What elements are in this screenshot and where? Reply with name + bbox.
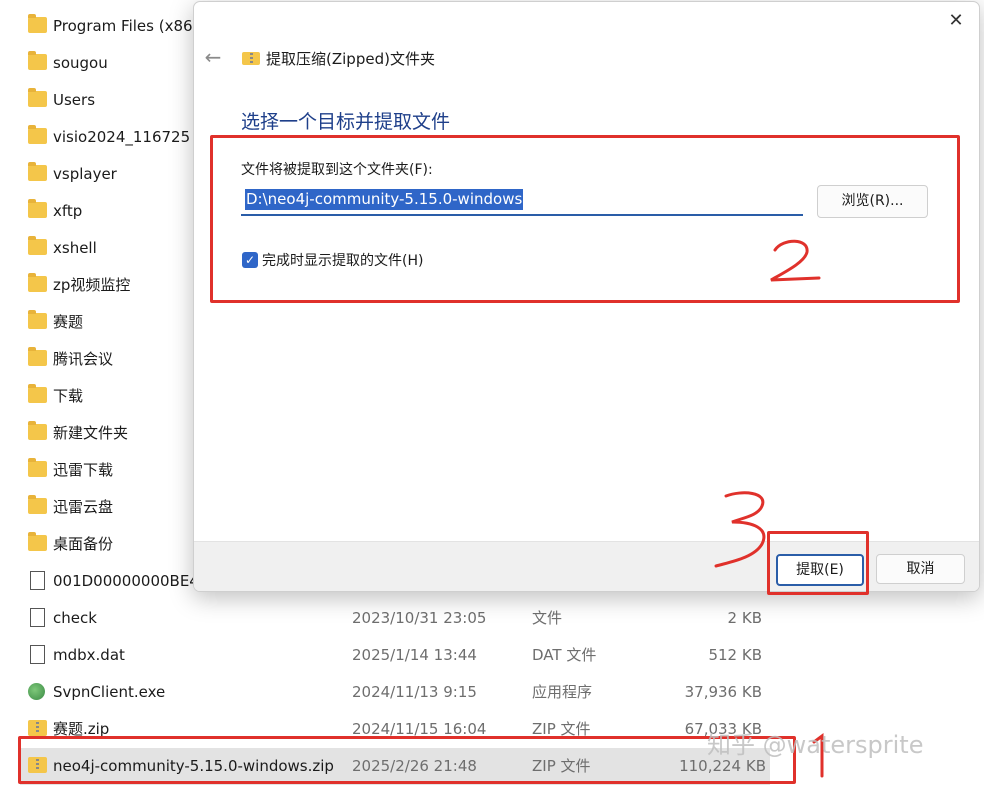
watermark: 知乎 @watersprite bbox=[707, 731, 924, 759]
folder-icon bbox=[28, 199, 47, 218]
file-name: xftp bbox=[53, 202, 83, 220]
folder-icon bbox=[28, 14, 47, 33]
file-name: 腾讯会议 bbox=[53, 350, 114, 368]
annotation-box-3 bbox=[767, 531, 869, 595]
file-name: visio2024_116725 bbox=[53, 128, 191, 146]
folder-icon bbox=[28, 236, 47, 255]
file-name: 迅雷下载 bbox=[53, 461, 114, 479]
file-name: sougou bbox=[53, 54, 108, 72]
back-arrow-icon[interactable]: ← bbox=[205, 45, 222, 69]
folder-icon bbox=[28, 125, 47, 144]
annotation-number-3 bbox=[714, 491, 766, 568]
file-name: 赛题 bbox=[53, 313, 84, 331]
file-icon bbox=[30, 645, 45, 664]
file-name: Users bbox=[53, 91, 96, 109]
annotation-box-2 bbox=[210, 135, 960, 303]
file-name: check bbox=[53, 609, 97, 627]
file-type: 文件 bbox=[532, 609, 563, 627]
dialog-heading: 选择一个目标并提取文件 bbox=[241, 111, 451, 133]
file-row[interactable]: SvpnClient.exe 2024/11/13 9:15 应用程序 37,936 … bbox=[0, 674, 780, 711]
dialog-title: 提取压缩(Zipped)文件夹 bbox=[266, 50, 435, 68]
file-name: mdbx.dat bbox=[53, 646, 125, 664]
file-date: 2024/11/13 9:15 bbox=[352, 683, 477, 701]
close-button[interactable]: ✕ bbox=[941, 8, 971, 36]
file-row[interactable]: mdbx.dat 2025/1/14 13:44 DAT 文件 512 KB bbox=[0, 637, 780, 674]
file-type: DAT 文件 bbox=[532, 646, 597, 664]
folder-icon bbox=[28, 384, 47, 403]
file-size: 512 KB bbox=[708, 646, 762, 664]
folder-icon bbox=[28, 458, 47, 477]
folder-icon bbox=[28, 88, 47, 107]
file-name: 迅雷云盘 bbox=[53, 498, 114, 516]
annotation-box-1 bbox=[18, 736, 796, 784]
file-name: 新建文件夹 bbox=[53, 424, 129, 442]
file-icon bbox=[30, 571, 45, 590]
cancel-button[interactable]: 取消 bbox=[876, 554, 965, 584]
folder-icon bbox=[28, 421, 47, 440]
folder-icon bbox=[28, 532, 47, 551]
file-icon bbox=[30, 608, 45, 627]
zip-folder-icon bbox=[28, 720, 47, 736]
file-name: 001D00000000BE4D bbox=[53, 572, 211, 590]
folder-icon bbox=[28, 495, 47, 514]
file-type: 应用程序 bbox=[532, 683, 593, 701]
file-size: 37,936 KB bbox=[684, 683, 762, 701]
file-row[interactable]: check 2023/10/31 23:05 文件 2 KB bbox=[0, 600, 780, 637]
file-name: zp视频监控 bbox=[53, 276, 131, 294]
file-name: 下载 bbox=[53, 387, 84, 405]
folder-icon bbox=[28, 347, 47, 366]
back-button[interactable]: ← bbox=[202, 46, 224, 68]
file-size: 2 KB bbox=[727, 609, 762, 627]
close-icon[interactable]: ✕ bbox=[948, 10, 963, 31]
file-name: vsplayer bbox=[53, 165, 117, 183]
file-name: 桌面备份 bbox=[53, 535, 114, 553]
file-name: xshell bbox=[53, 239, 97, 257]
folder-icon bbox=[28, 51, 47, 70]
folder-icon bbox=[28, 162, 47, 181]
file-name: Program Files (x86) bbox=[53, 17, 199, 35]
file-name: SvpnClient.exe bbox=[53, 683, 166, 701]
zip-folder-icon bbox=[242, 52, 260, 65]
app-icon bbox=[28, 683, 45, 700]
annotation-number-2 bbox=[770, 239, 821, 282]
folder-icon bbox=[28, 273, 47, 292]
file-date: 2023/10/31 23:05 bbox=[352, 609, 487, 627]
file-date: 2025/1/14 13:44 bbox=[352, 646, 477, 664]
folder-icon bbox=[28, 310, 47, 329]
